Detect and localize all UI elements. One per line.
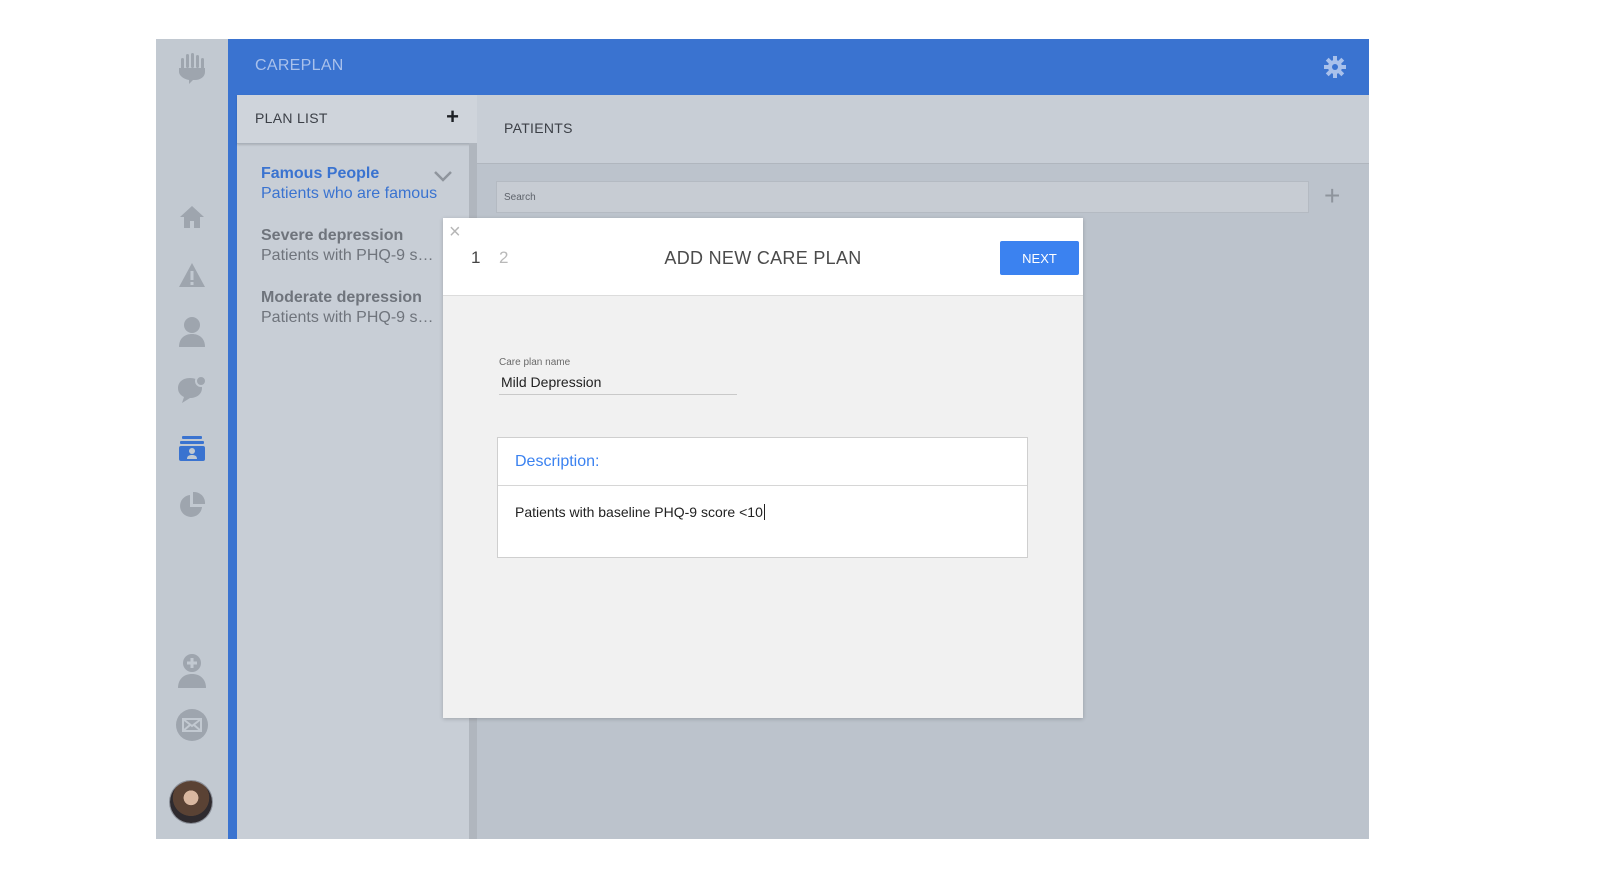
add-care-plan-modal: × 1 2 ADD NEW CARE PLAN NEXT Care plan n… bbox=[443, 218, 1083, 718]
close-icon[interactable]: × bbox=[449, 222, 461, 242]
description-divider bbox=[498, 485, 1027, 486]
plan-list-title: PLAN LIST bbox=[255, 110, 328, 126]
add-user-icon[interactable] bbox=[174, 653, 210, 689]
logo-hand-icon[interactable] bbox=[174, 50, 210, 86]
patients-header: PATIENTS bbox=[477, 95, 1369, 164]
care-plan-name-input[interactable] bbox=[499, 370, 737, 395]
gear-icon[interactable] bbox=[1323, 55, 1347, 79]
care-plan-name-label: Care plan name bbox=[499, 357, 571, 368]
icon-rail bbox=[156, 39, 228, 839]
plan-list-item[interactable]: Severe depression Patients with PHQ-9 sc… bbox=[261, 227, 461, 265]
description-textarea[interactable]: Patients with baseline PHQ-9 score <10 bbox=[515, 504, 765, 520]
home-icon[interactable] bbox=[174, 199, 210, 235]
pie-chart-icon[interactable] bbox=[174, 487, 210, 523]
chat-icon[interactable] bbox=[174, 371, 210, 407]
rail-accent-stripe bbox=[228, 39, 237, 839]
plan-list-item[interactable]: Moderate depression Patients with PHQ-9 … bbox=[261, 289, 461, 327]
alert-icon[interactable] bbox=[174, 257, 210, 293]
plan-description: Patients who are famous bbox=[261, 185, 438, 202]
plan-description: Patients with PHQ-9 score 10-19 bbox=[261, 309, 439, 326]
user-avatar[interactable] bbox=[170, 781, 212, 823]
app-header: CAREPLAN bbox=[228, 39, 1369, 95]
user-icon[interactable] bbox=[174, 314, 210, 350]
plan-name: Severe depression bbox=[261, 227, 404, 244]
plan-name: Famous People bbox=[261, 165, 380, 182]
chevron-down-icon[interactable] bbox=[433, 169, 453, 183]
plan-description: Patients with PHQ-9 score >= 20 bbox=[261, 247, 439, 264]
plan-list-item[interactable]: Famous People Patients who are famous bbox=[261, 165, 461, 203]
search-field[interactable] bbox=[496, 181, 1322, 213]
description-label: Description: bbox=[515, 453, 600, 470]
patients-title: PATIENTS bbox=[504, 120, 573, 136]
add-plan-button[interactable]: + bbox=[446, 106, 459, 128]
app-title: CAREPLAN bbox=[255, 57, 344, 74]
next-button[interactable]: NEXT bbox=[1000, 241, 1079, 275]
plan-list-header: PLAN LIST + bbox=[237, 95, 477, 144]
plan-name: Moderate depression bbox=[261, 289, 422, 306]
modal-header: × 1 2 ADD NEW CARE PLAN NEXT bbox=[443, 218, 1083, 296]
mail-icon[interactable] bbox=[174, 707, 210, 743]
add-patient-button[interactable]: + bbox=[1324, 181, 1340, 211]
description-box[interactable]: Description: Patients with baseline PHQ-… bbox=[497, 437, 1028, 558]
plan-list-panel: PLAN LIST + Famous People Patients who a… bbox=[237, 95, 477, 839]
search-input[interactable] bbox=[497, 182, 1322, 212]
modal-title: ADD NEW CARE PLAN bbox=[664, 248, 862, 268]
careplan-icon[interactable] bbox=[174, 430, 210, 466]
